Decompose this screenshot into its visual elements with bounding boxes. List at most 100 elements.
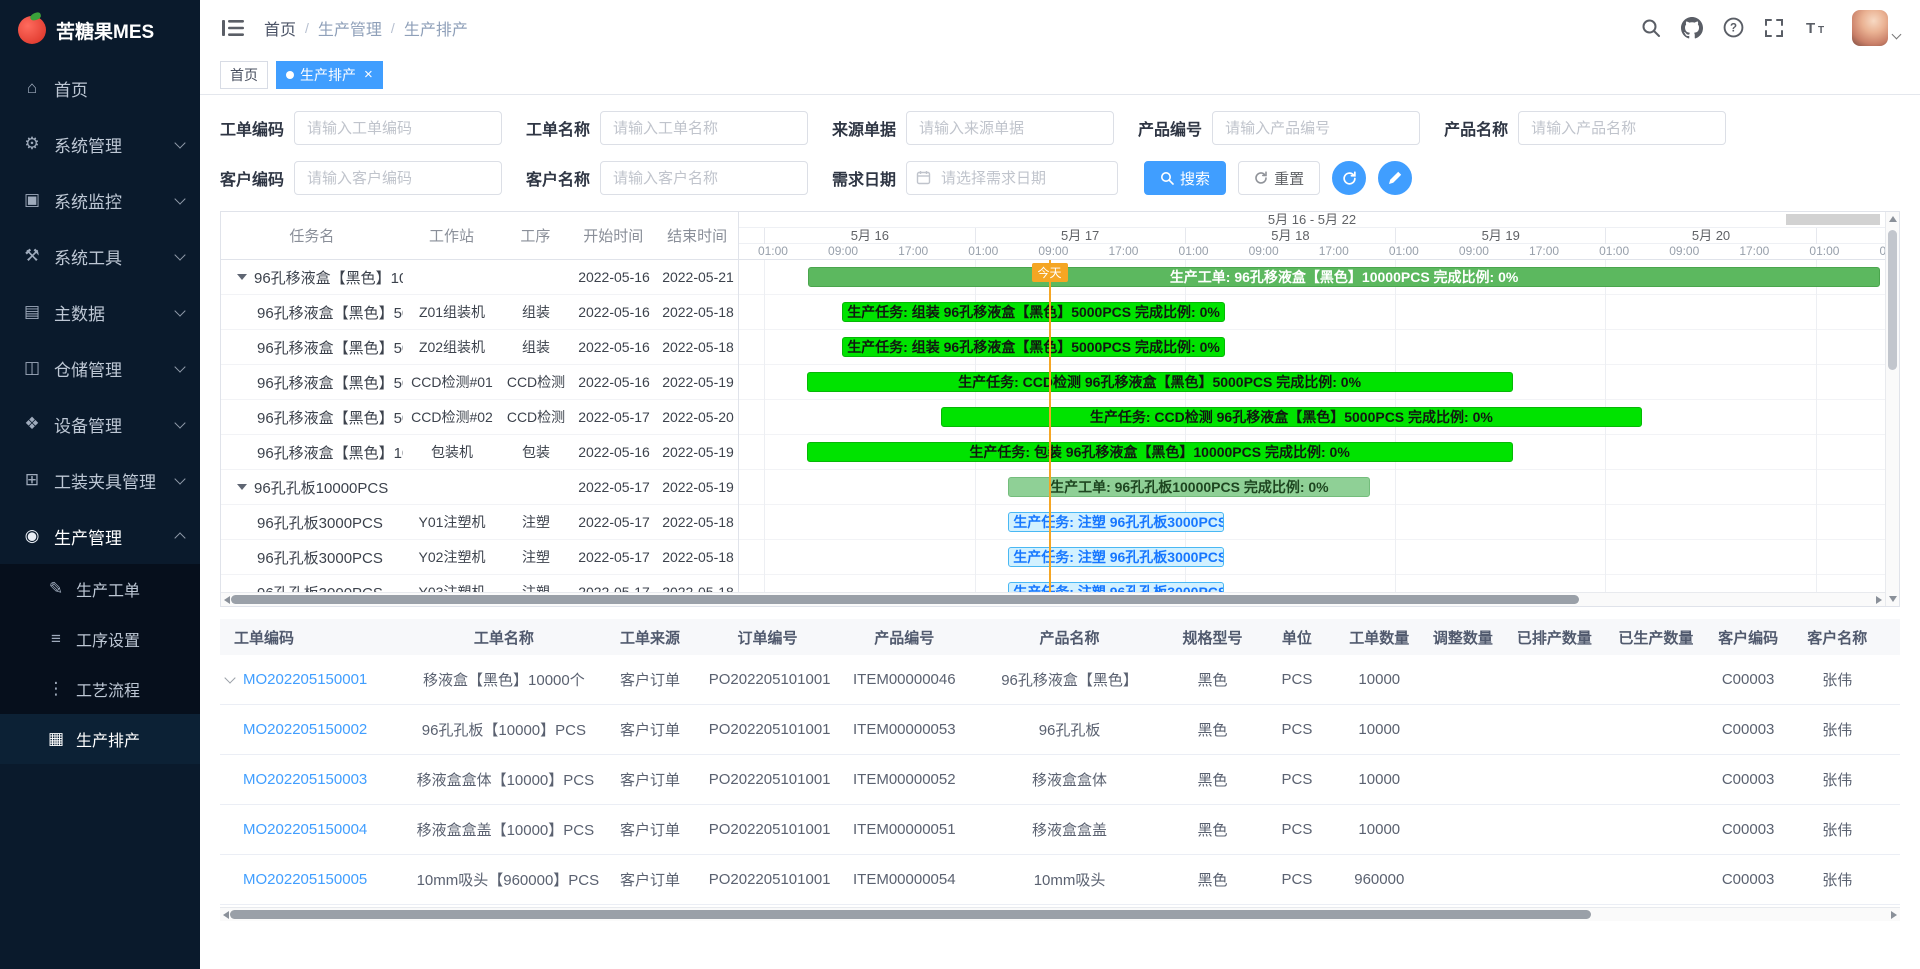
scroll-down-icon[interactable] xyxy=(1889,596,1897,602)
hamburger-icon[interactable] xyxy=(216,15,250,41)
gantt-task-row[interactable]: 96孔移液盒【黑色】5000PCSCCD检测#01CCD检测2022-05-16… xyxy=(221,365,738,400)
gantt-task-name: 96孔孔板3000PCS xyxy=(221,512,403,533)
order-code-link[interactable]: MO202205150005 xyxy=(243,871,367,888)
gantt-timeline-row: 生产任务: 注塑 96孔孔板3000PCS 完成比例: 0% xyxy=(739,505,1885,540)
row-expand-icon[interactable] xyxy=(224,672,235,683)
demand-date-input[interactable] xyxy=(906,161,1118,195)
sidebar-item-system-admin[interactable]: ⚙系统管理 xyxy=(0,116,200,172)
scroll-left-icon[interactable] xyxy=(224,596,230,604)
chevron-down-icon xyxy=(1893,25,1900,43)
gantt-task-row[interactable]: 96孔移液盒【黑色】5000PCSZ01组装机组装2022-05-162022-… xyxy=(221,295,738,330)
sidebar-item-fixture[interactable]: ⊞工装夹具管理 xyxy=(0,452,200,508)
gantt-bar[interactable]: 生产任务: CCD检测 96孔移液盒【黑色】5000PCS 完成比例: 0% xyxy=(807,372,1513,392)
gantt-bar[interactable]: 生产任务: 包装 96孔移液盒【黑色】10000PCS 完成比例: 0% xyxy=(807,442,1513,462)
user-avatar-menu[interactable] xyxy=(1852,10,1900,46)
work-order-name-input[interactable] xyxy=(600,111,808,145)
gantt-bar[interactable]: 生产任务: CCD检测 96孔移液盒【黑色】5000PCS 完成比例: 0% xyxy=(941,407,1642,427)
scroll-right-icon[interactable] xyxy=(1891,911,1897,919)
gantt-end-time: 2022-05-19 xyxy=(657,444,739,460)
scroll-right-icon[interactable] xyxy=(1876,596,1882,604)
gantt-task-row[interactable]: 96孔孔板3000PCSY03注塑机注塑2022-05-172022-05-18 xyxy=(221,575,738,592)
gantt-timeline-row: 生产任务: 组装 96孔移液盒【黑色】5000PCS 完成比例: 0% xyxy=(739,330,1885,365)
gantt-bar[interactable]: 生产工单: 96孔移液盒【黑色】10000PCS 完成比例: 0% xyxy=(808,267,1881,287)
sidebar-subitem-production-scheduling[interactable]: ▦生产排产 xyxy=(0,714,200,764)
orders-hscroll-thumb[interactable] xyxy=(230,910,1591,919)
sidebar-item-system-monitor[interactable]: ▣系统监控 xyxy=(0,172,200,228)
sidebar-item-master-data[interactable]: ▤主数据 xyxy=(0,284,200,340)
sidebar-subitem-process-settings[interactable]: ≡工序设置 xyxy=(0,614,200,664)
fullscreen-icon[interactable] xyxy=(1764,18,1784,38)
gantt-day-row: 5月 165月 175月 185月 195月 205月 21 xyxy=(739,228,1885,244)
gantt-task-row[interactable]: 96孔移液盒【黑色】5000PCSZ02组装机组装2022-05-162022-… xyxy=(221,330,738,365)
close-tab-icon[interactable]: × xyxy=(364,67,373,82)
gantt-bar[interactable]: 生产任务: 注塑 96孔孔板3000PCS 完成比例: 0% xyxy=(1008,582,1223,592)
order-code-cell: MO202205150004 xyxy=(220,805,409,855)
order-code-link[interactable]: MO202205150001 xyxy=(243,671,367,688)
orders-column-header: 工单名称 xyxy=(409,619,600,655)
gantt-task-row[interactable]: 96孔移液盒【黑色】10000PCS包装机包装2022-05-162022-05… xyxy=(221,435,738,470)
breadcrumb-item[interactable]: 生产管理 xyxy=(318,16,382,40)
order-row[interactable]: MO202205150003移液盒盒体【10000】PCS客户订单PO20220… xyxy=(220,755,1900,805)
sidebar-subitem-process-flow[interactable]: ⋮工艺流程 xyxy=(0,664,200,714)
sidebar-subitem-work-order[interactable]: ✎生产工单 xyxy=(0,564,200,614)
breadcrumb-item[interactable]: 首页 xyxy=(264,16,296,40)
gantt-timeline-row: 生产工单: 96孔移液盒【黑色】10000PCS 完成比例: 0% xyxy=(739,260,1885,295)
product-code-input[interactable] xyxy=(1212,111,1420,145)
gantt-bar[interactable]: 生产任务: 注塑 96孔孔板3000PCS 完成比例: 0% xyxy=(1008,547,1223,567)
refresh-circle-button[interactable] xyxy=(1332,161,1366,195)
tab-production-scheduling[interactable]: 生产排产× xyxy=(276,61,383,89)
gantt-timeline-row: 生产任务: CCD检测 96孔移液盒【黑色】5000PCS 完成比例: 0% xyxy=(739,365,1885,400)
order-cell: ITEM00000054 xyxy=(834,855,974,905)
font-size-icon[interactable]: TT xyxy=(1804,18,1828,38)
reset-button[interactable]: 重置 xyxy=(1238,161,1320,195)
scroll-left-icon[interactable] xyxy=(223,911,229,919)
customer-code-input[interactable] xyxy=(294,161,502,195)
order-code-link[interactable]: MO202205150002 xyxy=(243,721,367,738)
gantt-task-row[interactable]: 96孔孔板10000PCS2022-05-172022-05-19 xyxy=(221,470,738,505)
gantt-hscroll-thumb[interactable] xyxy=(231,595,1579,604)
sidebar-item-warehouse[interactable]: ◫仓储管理 xyxy=(0,340,200,396)
gantt-range-scroll-block[interactable] xyxy=(1786,214,1880,225)
search-button[interactable]: 搜索 xyxy=(1144,161,1226,195)
help-icon[interactable]: ? xyxy=(1723,17,1744,38)
tab-home[interactable]: 首页 xyxy=(220,61,268,89)
gantt-bar[interactable]: 生产任务: 组装 96孔移液盒【黑色】5000PCS 完成比例: 0% xyxy=(842,337,1225,357)
edit-circle-button[interactable] xyxy=(1378,161,1412,195)
search-icon[interactable] xyxy=(1641,18,1661,38)
source-doc-input[interactable] xyxy=(906,111,1114,145)
github-icon[interactable] xyxy=(1681,17,1703,39)
order-code-link[interactable]: MO202205150003 xyxy=(243,771,367,788)
sidebar-item-system-tools[interactable]: ⚒系统工具 xyxy=(0,228,200,284)
gantt-task-row[interactable]: 96孔孔板3000PCSY01注塑机注塑2022-05-172022-05-18 xyxy=(221,505,738,540)
sidebar-item-production[interactable]: ◉生产管理 xyxy=(0,508,200,564)
orders-horizontal-scrollbar[interactable] xyxy=(220,907,1900,921)
order-code-link[interactable]: MO202205150004 xyxy=(243,821,367,838)
order-row[interactable]: MO202205150001移液盒【黑色】10000个客户订单PO2022051… xyxy=(220,655,1900,705)
order-row[interactable]: MO20220515000296孔孔板【10000】PCS客户订单PO20220… xyxy=(220,705,1900,755)
gantt-task-row[interactable]: 96孔移液盒【黑色】10000PCS2022-05-162022-05-21 xyxy=(221,260,738,295)
sidebar-subitem-label: 工艺流程 xyxy=(76,677,140,701)
order-row[interactable]: MO20220515000510mm吸头【960000】PCS客户订单PO202… xyxy=(220,855,1900,905)
gantt-bar[interactable]: 生产工单: 96孔孔板10000PCS 完成比例: 0% xyxy=(1008,477,1370,497)
product-name-input[interactable] xyxy=(1518,111,1726,145)
order-code-cell: MO202205150003 xyxy=(220,755,409,805)
order-cell: 96孔孔板 xyxy=(974,705,1165,755)
collapse-triangle-icon[interactable] xyxy=(237,484,247,490)
app-logo[interactable]: 苦糖果MES xyxy=(0,0,200,60)
gantt-vertical-scrollbar[interactable] xyxy=(1885,212,1899,606)
gantt-bar[interactable]: 生产任务: 组装 96孔移液盒【黑色】5000PCS 完成比例: 0% xyxy=(842,302,1225,322)
customer-name-input[interactable] xyxy=(600,161,808,195)
gantt-bar[interactable]: 生产任务: 注塑 96孔孔板3000PCS 完成比例: 0% xyxy=(1008,512,1223,532)
gantt-vscroll-thumb[interactable] xyxy=(1888,230,1897,370)
gantt-horizontal-scrollbar[interactable] xyxy=(221,592,1885,606)
gantt-task-row[interactable]: 96孔孔板3000PCSY02注塑机注塑2022-05-172022-05-18 xyxy=(221,540,738,575)
scroll-up-icon[interactable] xyxy=(1889,216,1897,222)
gantt-hour-label: 17:00 xyxy=(1739,244,1769,259)
work-order-code-input[interactable] xyxy=(294,111,502,145)
order-row[interactable]: MO202205150004移液盒盒盖【10000】PCS客户订单PO20220… xyxy=(220,805,1900,855)
sidebar-item-home[interactable]: ⌂首页 xyxy=(0,60,200,116)
sidebar-item-equipment[interactable]: ❖设备管理 xyxy=(0,396,200,452)
top-navbar: 首页/生产管理/生产排产 ? TT xyxy=(200,0,1920,55)
collapse-triangle-icon[interactable] xyxy=(237,274,247,280)
gantt-task-row[interactable]: 96孔移液盒【黑色】5000PCSCCD检测#02CCD检测2022-05-17… xyxy=(221,400,738,435)
